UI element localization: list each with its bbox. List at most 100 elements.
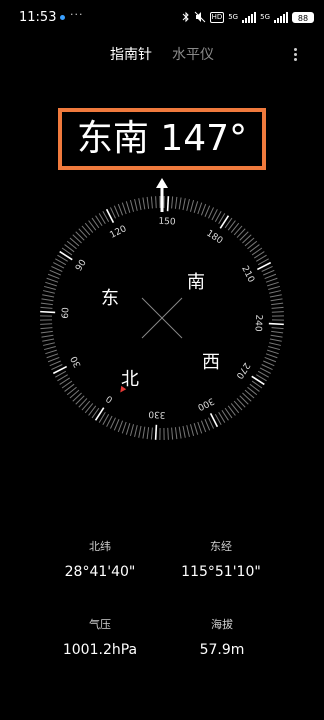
dial-tick	[271, 302, 284, 306]
dial-tick	[40, 330, 53, 334]
dial-tick	[49, 360, 61, 367]
heading-readout: 东南 147°	[76, 118, 248, 159]
cardinal-north: 北	[121, 369, 139, 390]
dial-tick	[46, 277, 59, 283]
pressure-block: 气压 1001.2hPa	[40, 616, 160, 658]
dial-degree-label: 60	[61, 307, 72, 319]
dial-degree-label: 90	[74, 258, 89, 273]
dial-tick	[40, 306, 53, 309]
dial-tick	[171, 427, 174, 440]
dial-degree-label: 300	[195, 395, 215, 412]
dial-degree-label: 180	[204, 229, 224, 247]
dial-tick	[268, 285, 280, 291]
dial-tick	[269, 294, 282, 298]
heading-highlight-box: 东南 147°	[58, 108, 266, 170]
network-5g-2-label: 5G	[260, 13, 270, 21]
dial-tick	[174, 196, 178, 209]
mute-icon	[194, 11, 205, 23]
dial-tick	[121, 202, 127, 215]
status-bar: 11:53 ··· HD 5G 5G 88	[0, 0, 324, 32]
dial-tick	[267, 281, 279, 287]
more-notifications-icon: ···	[70, 8, 84, 21]
dial-tick	[193, 201, 199, 213]
dial-tick	[113, 205, 120, 217]
hd-icon: HD	[209, 11, 225, 23]
dial-tick	[129, 424, 135, 436]
dial-tick	[59, 250, 73, 261]
dial-tick	[41, 334, 54, 338]
dial-tick	[269, 338, 282, 342]
dial-tick	[251, 375, 265, 386]
dial-tick	[271, 327, 284, 330]
dial-tick	[134, 199, 138, 211]
dial-tick	[113, 419, 120, 431]
dial-degree-label: 0	[104, 393, 114, 405]
dial-tick	[197, 202, 203, 215]
dial-tick	[49, 269, 61, 276]
dial-tick	[134, 425, 138, 437]
tab-compass[interactable]: 指南针	[110, 44, 152, 64]
dial-tick	[121, 421, 127, 434]
dial-tick	[208, 207, 215, 219]
dial-tick	[263, 269, 275, 276]
status-time: 11:53	[19, 10, 57, 25]
dial-tick	[44, 285, 56, 291]
dial-tick	[269, 342, 281, 346]
dial-tick	[189, 200, 195, 212]
dial-tick	[142, 197, 146, 210]
dial-degree-label: 120	[108, 224, 128, 241]
dial-tick	[189, 424, 195, 436]
dial-tick	[263, 360, 275, 367]
cardinal-south: 南	[187, 272, 205, 293]
altitude-block: 海拔 57.9m	[172, 616, 272, 658]
dial-tick	[117, 203, 124, 216]
latitude-block: 北纬 28°41'40"	[50, 538, 150, 580]
dial-degree-label: 270	[233, 360, 251, 380]
dial-tick	[265, 277, 278, 283]
dial-tick	[211, 209, 218, 221]
longitude-value: 115°51'10"	[181, 564, 261, 580]
longitude-block: 东经 115°51'10"	[166, 538, 276, 580]
dial-tick	[264, 273, 277, 280]
dial-tick	[53, 262, 65, 269]
dial-tick	[40, 310, 56, 314]
dial-tick	[146, 196, 150, 209]
dial-tick	[154, 424, 158, 440]
dial-tick	[200, 420, 207, 433]
dial-tick	[167, 427, 169, 440]
dial-tick	[178, 197, 182, 210]
dial-tick	[150, 196, 153, 209]
dial-tick	[138, 198, 142, 211]
longitude-label: 东经	[210, 540, 232, 553]
tab-level[interactable]: 水平仪	[172, 44, 214, 64]
latitude-value: 28°41'40"	[64, 564, 136, 580]
more-options-icon[interactable]	[290, 46, 300, 64]
dial-tick	[43, 290, 55, 294]
dial-degree-label: 210	[239, 264, 256, 284]
pressure-value: 1001.2hPa	[62, 642, 138, 658]
dial-degree-label: 330	[148, 408, 166, 419]
dial-tick	[40, 323, 53, 325]
dial-tick	[106, 415, 113, 427]
dial-tick	[47, 273, 60, 280]
dial-tick	[125, 201, 131, 213]
top-tabs: 指南针 水平仪	[0, 44, 324, 68]
dial-tick	[271, 311, 284, 313]
dial-tick	[264, 356, 277, 363]
dial-tick	[186, 199, 190, 211]
dial-tick	[44, 345, 56, 351]
dial-degree-label: 240	[252, 314, 263, 332]
dial-tick	[142, 426, 146, 439]
compass-dial[interactable]: 0 30 60 90 120 150 180 210 240 270 300 330 东 南 西 北	[0, 180, 324, 460]
bluetooth-icon	[182, 11, 189, 23]
dial-tick	[186, 425, 190, 437]
dial-tick	[138, 425, 142, 438]
dial-tick	[171, 196, 174, 209]
dial-tick	[268, 322, 284, 326]
dial-tick	[41, 298, 54, 302]
pressure-label: 气压	[89, 618, 111, 631]
dial-tick	[42, 294, 55, 298]
dial-tick	[146, 427, 150, 440]
altitude-label: 海拔	[211, 618, 233, 631]
dial-degree-label: 150	[158, 217, 176, 228]
